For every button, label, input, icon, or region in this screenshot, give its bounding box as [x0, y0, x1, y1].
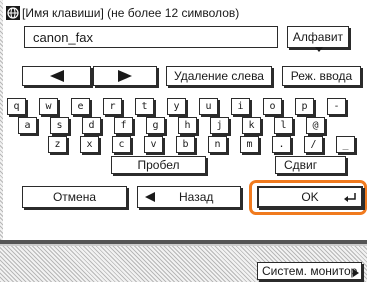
- separator-line-light: [0, 244, 367, 246]
- key-2-7[interactable]: j: [210, 117, 229, 134]
- cancel-label: Отмена: [52, 190, 97, 204]
- key-1-4[interactable]: r: [103, 98, 122, 115]
- key-2-8[interactable]: k: [242, 117, 261, 134]
- ok-button[interactable]: OK: [257, 186, 363, 208]
- key-1-6[interactable]: y: [167, 98, 186, 115]
- key-3-5[interactable]: b: [176, 136, 195, 153]
- cursor-left-button[interactable]: [22, 66, 91, 86]
- page-title: [Имя клавиши] (не более 12 символов): [22, 6, 240, 20]
- input-value: canon_fax: [33, 29, 93, 45]
- key-1-1[interactable]: q: [7, 98, 26, 115]
- key-1-8[interactable]: i: [231, 98, 250, 115]
- shift-label: Сдвиг: [284, 158, 318, 172]
- back-label: Назад: [179, 190, 214, 204]
- key-2-3[interactable]: d: [82, 117, 101, 134]
- key-1-10[interactable]: p: [295, 98, 314, 115]
- system-monitor-label: Систем. монитор: [262, 264, 358, 278]
- key-3-10[interactable]: _: [336, 136, 355, 153]
- key-2-2[interactable]: s: [50, 117, 69, 134]
- space-button[interactable]: Пробел: [111, 156, 206, 174]
- title-bar: [Имя клавиши] (не более 12 символов): [6, 3, 362, 23]
- alphabet-label: Алфавит: [292, 30, 344, 44]
- back-button[interactable]: Назад: [137, 186, 241, 208]
- key-3-1[interactable]: z: [48, 136, 67, 153]
- key-1-11[interactable]: -: [327, 98, 346, 115]
- system-monitor-button[interactable]: Систем. монитор: [257, 262, 362, 280]
- input-mode-label: Реж. ввода: [290, 69, 353, 83]
- key-2-4[interactable]: f: [114, 117, 133, 134]
- ok-label: OK: [301, 190, 319, 204]
- name-input[interactable]: canon_fax: [24, 26, 278, 48]
- key-1-7[interactable]: u: [199, 98, 218, 115]
- key-3-8[interactable]: .: [272, 136, 291, 153]
- cursor-right-button[interactable]: [93, 66, 157, 86]
- key-1-5[interactable]: t: [135, 98, 154, 115]
- chevron-right-icon: [353, 269, 359, 277]
- key-2-10[interactable]: @: [306, 117, 325, 134]
- key-3-4[interactable]: v: [144, 136, 163, 153]
- right-arrow-icon: [118, 70, 132, 82]
- dropdown-arrow-icon: [315, 47, 323, 52]
- cancel-button[interactable]: Отмена: [22, 186, 127, 208]
- key-1-2[interactable]: w: [39, 98, 58, 115]
- left-arrow-icon: [145, 192, 155, 202]
- key-3-9[interactable]: /: [304, 136, 323, 153]
- key-1-3[interactable]: e: [71, 98, 90, 115]
- input-mode-button[interactable]: Реж. ввода: [282, 66, 361, 86]
- key-3-7[interactable]: m: [240, 136, 259, 153]
- key-1-9[interactable]: o: [263, 98, 282, 115]
- left-arrow-icon: [49, 70, 64, 82]
- delete-left-button[interactable]: Удаление слева: [166, 66, 272, 86]
- key-2-5[interactable]: g: [146, 117, 165, 134]
- alphabet-button[interactable]: Алфавит: [287, 26, 349, 52]
- key-3-2[interactable]: x: [80, 136, 99, 153]
- globe-icon: [6, 6, 20, 20]
- key-2-6[interactable]: h: [178, 117, 197, 134]
- key-2-1[interactable]: a: [18, 117, 37, 134]
- delete-left-label: Удаление слева: [174, 69, 264, 83]
- space-label: Пробел: [137, 158, 180, 172]
- key-2-9[interactable]: l: [274, 117, 293, 134]
- enter-icon: [344, 193, 356, 202]
- shift-button[interactable]: Сдвиг: [275, 156, 346, 174]
- key-3-6[interactable]: n: [208, 136, 227, 153]
- key-3-3[interactable]: c: [112, 136, 131, 153]
